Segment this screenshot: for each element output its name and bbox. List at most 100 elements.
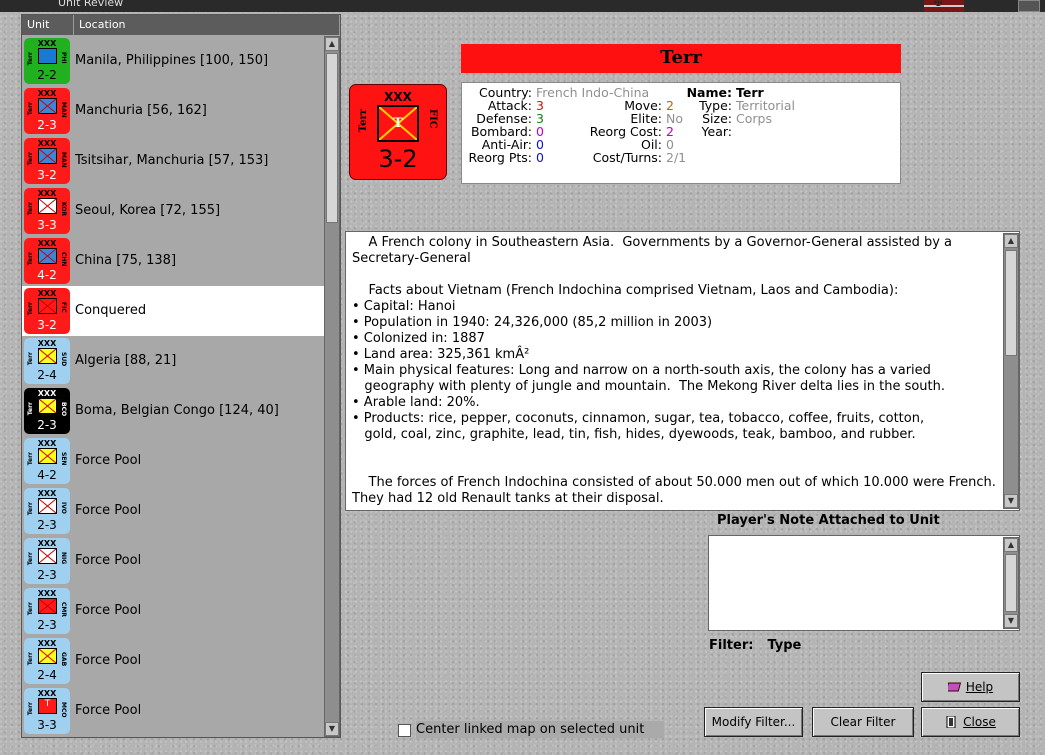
unit-description[interactable]: A French colony in Southeastern Asia. Go… xyxy=(345,231,1020,511)
scroll-down-arrow-icon[interactable]: ▼ xyxy=(325,722,339,736)
list-item[interactable]: XXX Terr MAN 2-3 Manchuria [56, 162] xyxy=(22,86,324,136)
unit-symbol-icon: T xyxy=(38,698,57,714)
list-item[interactable]: XXX Terr FIC 3-2 Conquered xyxy=(22,286,324,336)
description-scrollbar[interactable]: ▲ ▼ xyxy=(1003,233,1019,509)
scroll-down-arrow-icon[interactable]: ▼ xyxy=(1004,614,1018,628)
unit-counter-icon: XXX Terr IVO 2-3 xyxy=(24,488,70,534)
unit-location: Force Pool xyxy=(75,553,142,568)
unit-size-marker: XXX xyxy=(37,339,57,348)
description-text: A French colony in Southeastern Asia. Go… xyxy=(352,235,996,506)
unit-symbol-icon xyxy=(38,398,57,414)
counter-strength: 2-3 xyxy=(37,568,57,582)
nation-flag-icon: ✠ xyxy=(924,0,964,12)
column-header-location[interactable]: Location xyxy=(74,15,340,35)
counter-type-label: Terr xyxy=(27,202,34,216)
close-button[interactable]: Close xyxy=(921,707,1020,737)
counter-nation-label: FIC xyxy=(60,302,67,313)
counter-nation-label: MAN xyxy=(60,102,67,118)
help-button[interactable]: Help xyxy=(921,672,1020,702)
unit-counter-icon: XXX Terr FIC 3-2 xyxy=(24,288,70,334)
unit-size-marker: XXX xyxy=(37,439,57,448)
counter-nation-label: IVO xyxy=(60,502,67,514)
list-scrollbar[interactable]: ▲ ▼ xyxy=(324,36,340,737)
column-header-unit[interactable]: Unit xyxy=(22,15,74,35)
list-item[interactable]: XXX Terr IVO 2-3 Force Pool xyxy=(22,486,324,536)
filter-value: Type xyxy=(767,638,802,653)
counter-strength: 2-3 xyxy=(37,418,57,432)
counter-strength: 3-3 xyxy=(37,718,57,732)
list-header: Unit Location xyxy=(22,15,340,35)
list-item[interactable]: XXX Terr SUD 2-4 Algeria [88, 21] xyxy=(22,336,324,386)
counter-type-label: Terr xyxy=(27,402,34,416)
unit-symbol-icon xyxy=(38,548,57,564)
counter-type-label: Terr xyxy=(27,252,34,266)
year-label: Year: xyxy=(701,124,732,139)
list-item[interactable]: XXX Terr CMR 2-3 Force Pool xyxy=(22,586,324,636)
scroll-up-arrow-icon[interactable]: ▲ xyxy=(1004,538,1018,552)
unit-symbol-icon xyxy=(38,248,57,264)
unit-size-marker: XXX xyxy=(37,39,57,48)
unit-counter-icon: XXX T Terr MCO 3-3 xyxy=(24,688,70,734)
counter-strength: 3-2 xyxy=(37,318,57,332)
reorgpts-label: Reorg Pts: xyxy=(468,150,532,165)
window-title: Unit Review xyxy=(58,0,124,9)
list-item[interactable]: XXX Terr MAN 3-2 Tsitsihar, Manchuria [57, 1… xyxy=(22,136,324,186)
list-item[interactable]: XXX Terr GAB 2-4 Force Pool xyxy=(22,636,324,686)
counter-nation-label: CHN xyxy=(60,252,67,267)
counter-type-label: Terr xyxy=(27,302,34,316)
window-close-icon[interactable] xyxy=(1018,0,1040,12)
scroll-thumb[interactable] xyxy=(326,53,338,223)
scroll-up-arrow-icon[interactable]: ▲ xyxy=(1004,234,1018,248)
list-item[interactable]: XXX T Terr MCO 3-3 Force Pool xyxy=(22,686,324,736)
counter-nation-label: KOR xyxy=(60,202,67,217)
clear-filter-button[interactable]: Clear Filter xyxy=(812,707,914,737)
list-item[interactable]: XXX Terr PHI 2-2 Manila, Philippines [100, 1… xyxy=(22,36,324,86)
counter-strength: 3-3 xyxy=(37,218,57,232)
counter-type-label: Terr xyxy=(27,52,34,66)
scroll-up-arrow-icon[interactable]: ▲ xyxy=(325,37,339,51)
unit-location: Force Pool xyxy=(75,653,142,668)
list-item[interactable]: XXX Terr CHN 4-2 China [75, 138] xyxy=(22,236,324,286)
unit-location: Seoul, Korea [72, 155] xyxy=(75,203,221,218)
unit-symbol: T xyxy=(393,116,403,131)
counter-type-label: Terr xyxy=(27,102,34,116)
counter-strength: 4-2 xyxy=(37,468,57,482)
list-item[interactable]: XXX Terr NIG 2-3 Force Pool xyxy=(22,536,324,586)
list-item[interactable]: XXX Terr KOR 3-3 Seoul, Korea [72, 155] xyxy=(22,186,324,236)
counter-strength: 2-4 xyxy=(37,668,57,682)
unit-size-marker: XXX xyxy=(37,389,57,398)
counter-nation-label: NIG xyxy=(60,552,67,565)
unit-size-marker: XXX xyxy=(384,90,412,104)
scroll-thumb[interactable] xyxy=(1005,250,1017,356)
unit-counter-icon: XXX Terr SUD 2-4 xyxy=(24,338,70,384)
territorial-symbol-icon: T xyxy=(377,105,419,142)
clear-filter-label: Clear Filter xyxy=(830,715,896,729)
unit-size-marker: XXX xyxy=(37,239,57,248)
player-note-label: Player's Note Attached to Unit xyxy=(717,513,940,528)
center-map-checkbox[interactable] xyxy=(398,724,411,737)
unit-counter-icon: XXX Terr CMR 2-3 xyxy=(24,588,70,634)
counter-type-label: Terr xyxy=(27,452,34,466)
unit-symbol-icon xyxy=(38,198,57,214)
counter-nation-label: BCO xyxy=(60,402,67,417)
unit-symbol-icon xyxy=(38,148,57,164)
unit-counter-icon: XXX Terr BCO 2-3 xyxy=(24,388,70,434)
reorgpts-value: 0 xyxy=(536,150,544,165)
unit-counter-icon: XXX Terr NIG 2-3 xyxy=(24,538,70,584)
player-note-field[interactable]: ▲ ▼ xyxy=(708,535,1020,631)
modify-filter-button[interactable]: Modify Filter... xyxy=(704,707,803,737)
unit-list: Unit Location XXX Terr PHI 2-2 Manila, Phili… xyxy=(21,14,341,738)
unit-symbol-icon xyxy=(38,448,57,464)
door-icon xyxy=(945,710,959,729)
unit-size-marker: XXX xyxy=(37,689,57,698)
filter-display: Filter: Type xyxy=(709,638,801,653)
counter-strength: 2-3 xyxy=(37,618,57,632)
counter-nation-label: MCO xyxy=(60,702,67,718)
unit-size-marker: XXX xyxy=(37,139,57,148)
scroll-thumb[interactable] xyxy=(1005,554,1017,612)
list-item[interactable]: XXX Terr SEN 4-2 Force Pool xyxy=(22,436,324,486)
list-item[interactable]: XXX Terr BCO 2-3 Boma, Belgian Congo [124, 4… xyxy=(22,386,324,436)
unit-location: Force Pool xyxy=(75,503,142,518)
scroll-down-arrow-icon[interactable]: ▼ xyxy=(1004,494,1018,508)
note-scrollbar[interactable]: ▲ ▼ xyxy=(1003,537,1019,629)
